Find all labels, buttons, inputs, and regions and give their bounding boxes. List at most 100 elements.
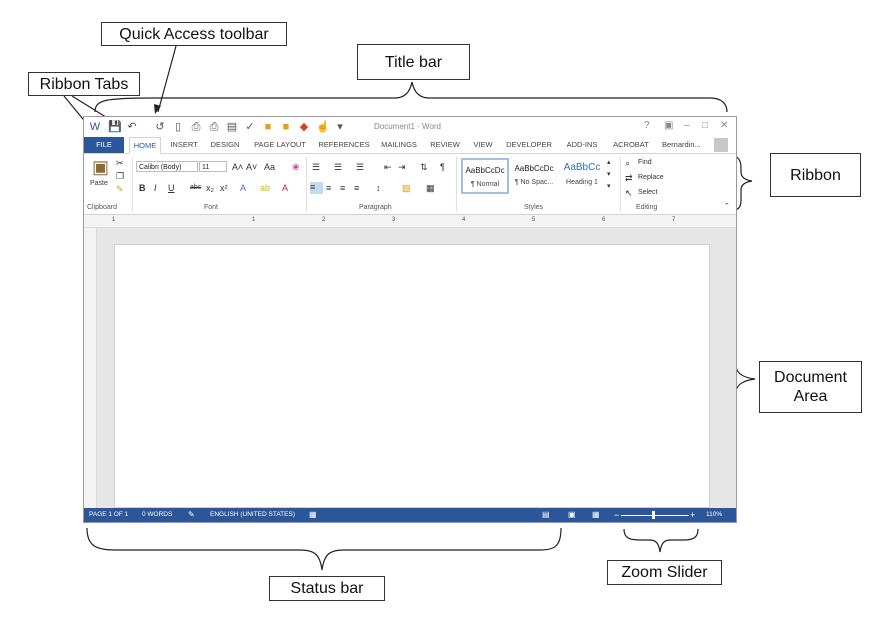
spelling-icon[interactable]: ✓	[244, 121, 256, 133]
justify-icon[interactable]: ≡	[354, 183, 359, 193]
print-layout-icon[interactable]: ▣	[568, 508, 576, 522]
tab-mailings[interactable]: MAILINGS	[376, 137, 422, 153]
language[interactable]: ENGLISH (UNITED STATES)	[210, 508, 295, 522]
proofing-icon[interactable]: ✎	[188, 508, 195, 522]
paste-icon[interactable]: ▣	[92, 158, 109, 176]
find-icon[interactable]: ⌕	[625, 158, 630, 168]
bullets-icon[interactable]: ☰	[312, 162, 320, 172]
shading-icon[interactable]: ▧	[402, 183, 411, 193]
document-page[interactable]	[114, 244, 710, 508]
numbering-icon[interactable]: ☰	[334, 162, 342, 172]
zoom-level[interactable]: 110%	[706, 508, 722, 522]
save-icon[interactable]: 💾	[108, 121, 122, 133]
shield-icon[interactable]: ◆	[298, 121, 310, 133]
bold-icon[interactable]: B	[139, 183, 146, 193]
sort-icon[interactable]: ⇅	[420, 162, 428, 172]
font-color-icon[interactable]: A	[282, 183, 288, 193]
open-icon[interactable]: ■	[262, 121, 274, 133]
select-icon[interactable]: ↖	[625, 188, 633, 198]
page-count[interactable]: PAGE 1 OF 1	[89, 508, 128, 522]
word-count[interactable]: 0 WORDS	[142, 508, 172, 522]
tab-file[interactable]: FILE	[84, 137, 124, 153]
avatar[interactable]	[714, 138, 728, 152]
shrink-font-icon[interactable]: A˅	[246, 162, 257, 172]
folder-icon[interactable]: ■	[280, 121, 292, 133]
ruler-number: 3	[392, 217, 396, 223]
tab-design[interactable]: DESIGN	[206, 137, 244, 153]
text-effects-icon[interactable]: A	[240, 183, 246, 193]
font-size-select[interactable]: 11	[199, 161, 227, 172]
decrease-indent-icon[interactable]: ⇤	[384, 162, 392, 172]
style-heading-1[interactable]: AaBbCc Heading 1	[558, 158, 606, 194]
user-name[interactable]: Bernardin...	[662, 137, 701, 153]
italic-icon[interactable]: I	[154, 183, 157, 193]
tab-developer[interactable]: DEVELOPER	[502, 137, 556, 153]
replace-icon[interactable]: ⇄	[625, 173, 633, 183]
undo-icon[interactable]: ↶	[126, 121, 138, 133]
subscript-icon[interactable]: x₂	[206, 183, 214, 193]
find-button[interactable]: Find	[638, 159, 652, 166]
increase-indent-icon[interactable]: ⇥	[398, 162, 406, 172]
borders-icon[interactable]: ▦	[426, 183, 435, 193]
replace-button[interactable]: Replace	[638, 174, 664, 181]
ribbon-display-icon[interactable]: ▣	[664, 120, 673, 131]
zoom-in-icon[interactable]: +	[690, 508, 695, 522]
zoom-slider[interactable]	[621, 515, 689, 516]
print-preview-icon[interactable]: ▤	[226, 121, 238, 133]
redo-icon[interactable]: ↺	[154, 121, 166, 133]
macro-recording-icon[interactable]: ▦	[309, 508, 317, 522]
read-mode-icon[interactable]: ▤	[542, 508, 550, 522]
title-bar: W 💾 ↶ ↺ ▯ ⎙ ⎙ ▤ ✓ ■ ■ ◆ ☝ ▾ Document1 - …	[84, 117, 736, 137]
minimize-icon[interactable]: –	[684, 120, 690, 131]
show-formatting-icon[interactable]: ¶	[440, 162, 445, 172]
tab-acrobat[interactable]: ACROBAT	[608, 137, 654, 153]
superscript-icon[interactable]: x²	[220, 183, 228, 193]
quick-print-icon[interactable]: ⎙	[208, 121, 220, 133]
clear-formatting-icon[interactable]: ❀	[292, 162, 300, 172]
style-heading-1-name: Heading 1	[566, 179, 598, 186]
tab-references[interactable]: REFERENCES	[316, 137, 372, 153]
styles-scroll-up-icon[interactable]: ▴	[607, 158, 611, 168]
align-left-icon[interactable]: ≡	[310, 182, 323, 194]
underline-icon[interactable]: U	[168, 183, 175, 193]
touch-mode-icon[interactable]: ☝	[316, 121, 330, 133]
close-icon[interactable]: ✕	[720, 120, 728, 131]
ribbon: ▣ Paste ✂ ❐ ✎ Clipboard Calibri (Body) 1…	[84, 154, 736, 215]
ribbon-tabs-callout: Ribbon Tabs	[28, 72, 140, 96]
cut-icon[interactable]: ✂	[116, 158, 124, 168]
horizontal-ruler[interactable]: 1 1 2 3 4 5 6 7	[84, 215, 736, 228]
grow-font-icon[interactable]: A˄	[232, 162, 243, 172]
styles-scroll-down-icon[interactable]: ▾	[607, 170, 611, 180]
tab-review[interactable]: REVIEW	[426, 137, 464, 153]
customize-qat-icon[interactable]: ▾	[334, 121, 346, 133]
zoom-out-icon[interactable]: −	[614, 508, 619, 522]
style-no-spacing[interactable]: AaBbCcDc ¶ No Spac...	[510, 158, 558, 194]
change-case-icon[interactable]: Aa	[264, 162, 275, 172]
highlight-icon[interactable]: ab	[260, 183, 270, 193]
web-layout-icon[interactable]: ▦	[592, 508, 600, 522]
vertical-ruler[interactable]	[84, 228, 97, 508]
copy-icon[interactable]: ❐	[116, 171, 124, 181]
font-name-select[interactable]: Calibri (Body)	[136, 161, 198, 172]
select-button[interactable]: Select	[638, 189, 657, 196]
collapse-ribbon-icon[interactable]: ⌃	[724, 202, 730, 212]
style-normal[interactable]: AaBbCcDc ¶ Normal	[461, 158, 509, 194]
align-right-icon[interactable]: ≡	[340, 183, 345, 193]
zoom-slider-thumb[interactable]	[652, 511, 655, 519]
tab-page-layout[interactable]: PAGE LAYOUT	[249, 137, 311, 153]
tab-view[interactable]: VIEW	[468, 137, 498, 153]
strikethrough-icon[interactable]: abc	[190, 183, 201, 193]
line-spacing-icon[interactable]: ↕	[376, 183, 381, 193]
styles-more-icon[interactable]: ▾	[607, 182, 611, 192]
paste-button[interactable]: Paste	[90, 180, 108, 187]
print-icon[interactable]: ⎙	[190, 121, 202, 133]
tab-add-ins[interactable]: ADD-INS	[560, 137, 604, 153]
format-painter-icon[interactable]: ✎	[116, 184, 124, 194]
help-icon[interactable]: ?	[644, 120, 650, 131]
align-center-icon[interactable]: ≡	[326, 183, 331, 193]
maximize-icon[interactable]: □	[702, 120, 708, 131]
tab-insert[interactable]: INSERT	[166, 137, 202, 153]
multilevel-list-icon[interactable]: ☰	[356, 162, 364, 172]
tab-home[interactable]: HOME	[129, 137, 161, 154]
new-document-icon[interactable]: ▯	[172, 121, 184, 133]
